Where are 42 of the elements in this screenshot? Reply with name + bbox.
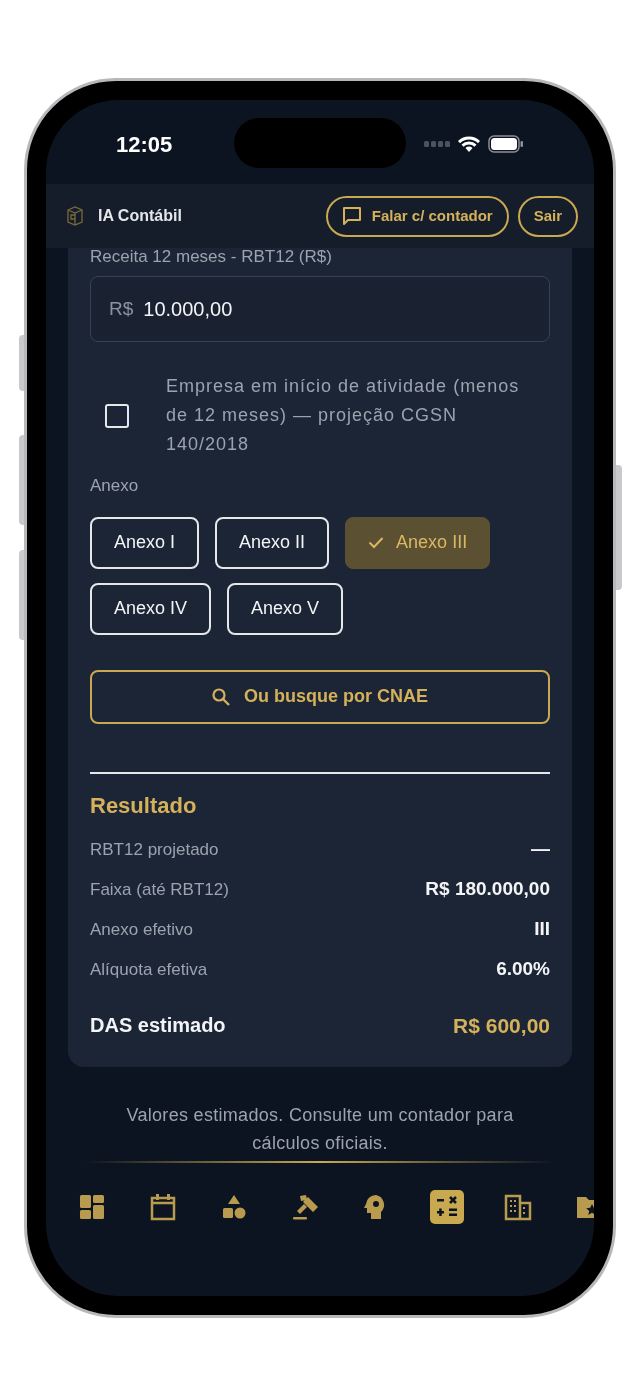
annex-chip[interactable]: Anexo III — [345, 516, 491, 569]
battery-icon — [488, 135, 524, 153]
annex-chip[interactable]: Anexo I — [90, 516, 200, 569]
calendar-icon — [149, 1193, 177, 1221]
field-label: Receita 12 meses - RBT12 (R$) — [90, 246, 333, 268]
section-title: Resultado — [90, 791, 198, 820]
contact-button[interactable]: Falar c/ contador — [325, 195, 509, 237]
chat-bubble-icon — [341, 206, 362, 226]
result-value: — — [531, 837, 550, 862]
result-label: Alíquota efetiva — [90, 958, 208, 981]
annex-chip[interactable]: Anexo IV — [90, 582, 212, 635]
building-icon — [504, 1193, 532, 1221]
gavel-icon — [291, 1193, 319, 1221]
result-label: Faixa (até RBT12) — [90, 878, 229, 901]
field-value: 10.000,00 — [143, 297, 233, 322]
revenue-field[interactable]: R$ 10.000,00 — [90, 276, 550, 342]
wifi-icon — [458, 136, 480, 152]
check-icon — [368, 536, 385, 549]
app-title: IA Contábil — [98, 206, 182, 226]
checkbox[interactable] — [105, 403, 129, 428]
total-value: R$ 600,00 — [453, 1012, 550, 1039]
calculator-icon — [430, 1190, 464, 1224]
footer-note: Valores estimados. Consulte um contador para cálculos oficiais. — [125, 1104, 515, 1155]
annex-chip[interactable]: Anexo V — [227, 582, 344, 635]
total-label: DAS estimado — [90, 1013, 226, 1039]
checkbox-label: Empresa em início de atividade (menos de 12 meses) — projeção CGSN 140/2018 — [166, 375, 521, 456]
shapes-icon — [220, 1193, 248, 1221]
cube-logo-icon — [66, 206, 84, 226]
result-value: R$ 180.000,00 — [425, 877, 550, 902]
clock-time: 12:05 — [116, 130, 173, 159]
logout-button[interactable]: Sair — [517, 195, 578, 237]
result-label: RBT12 projetado — [90, 838, 219, 861]
cnae-search-button[interactable]: Ou busque por CNAE — [90, 669, 550, 724]
result-label: Anexo efetivo — [90, 918, 193, 941]
result-value: 6.00% — [496, 957, 550, 982]
result-value: III — [534, 917, 550, 942]
grid-icon — [78, 1193, 106, 1221]
section-label: Anexo — [90, 475, 140, 497]
signal-icon — [424, 141, 450, 147]
search-icon — [212, 687, 230, 706]
annex-chip[interactable]: Anexo II — [215, 516, 330, 569]
currency-prefix: R$ — [109, 296, 134, 321]
